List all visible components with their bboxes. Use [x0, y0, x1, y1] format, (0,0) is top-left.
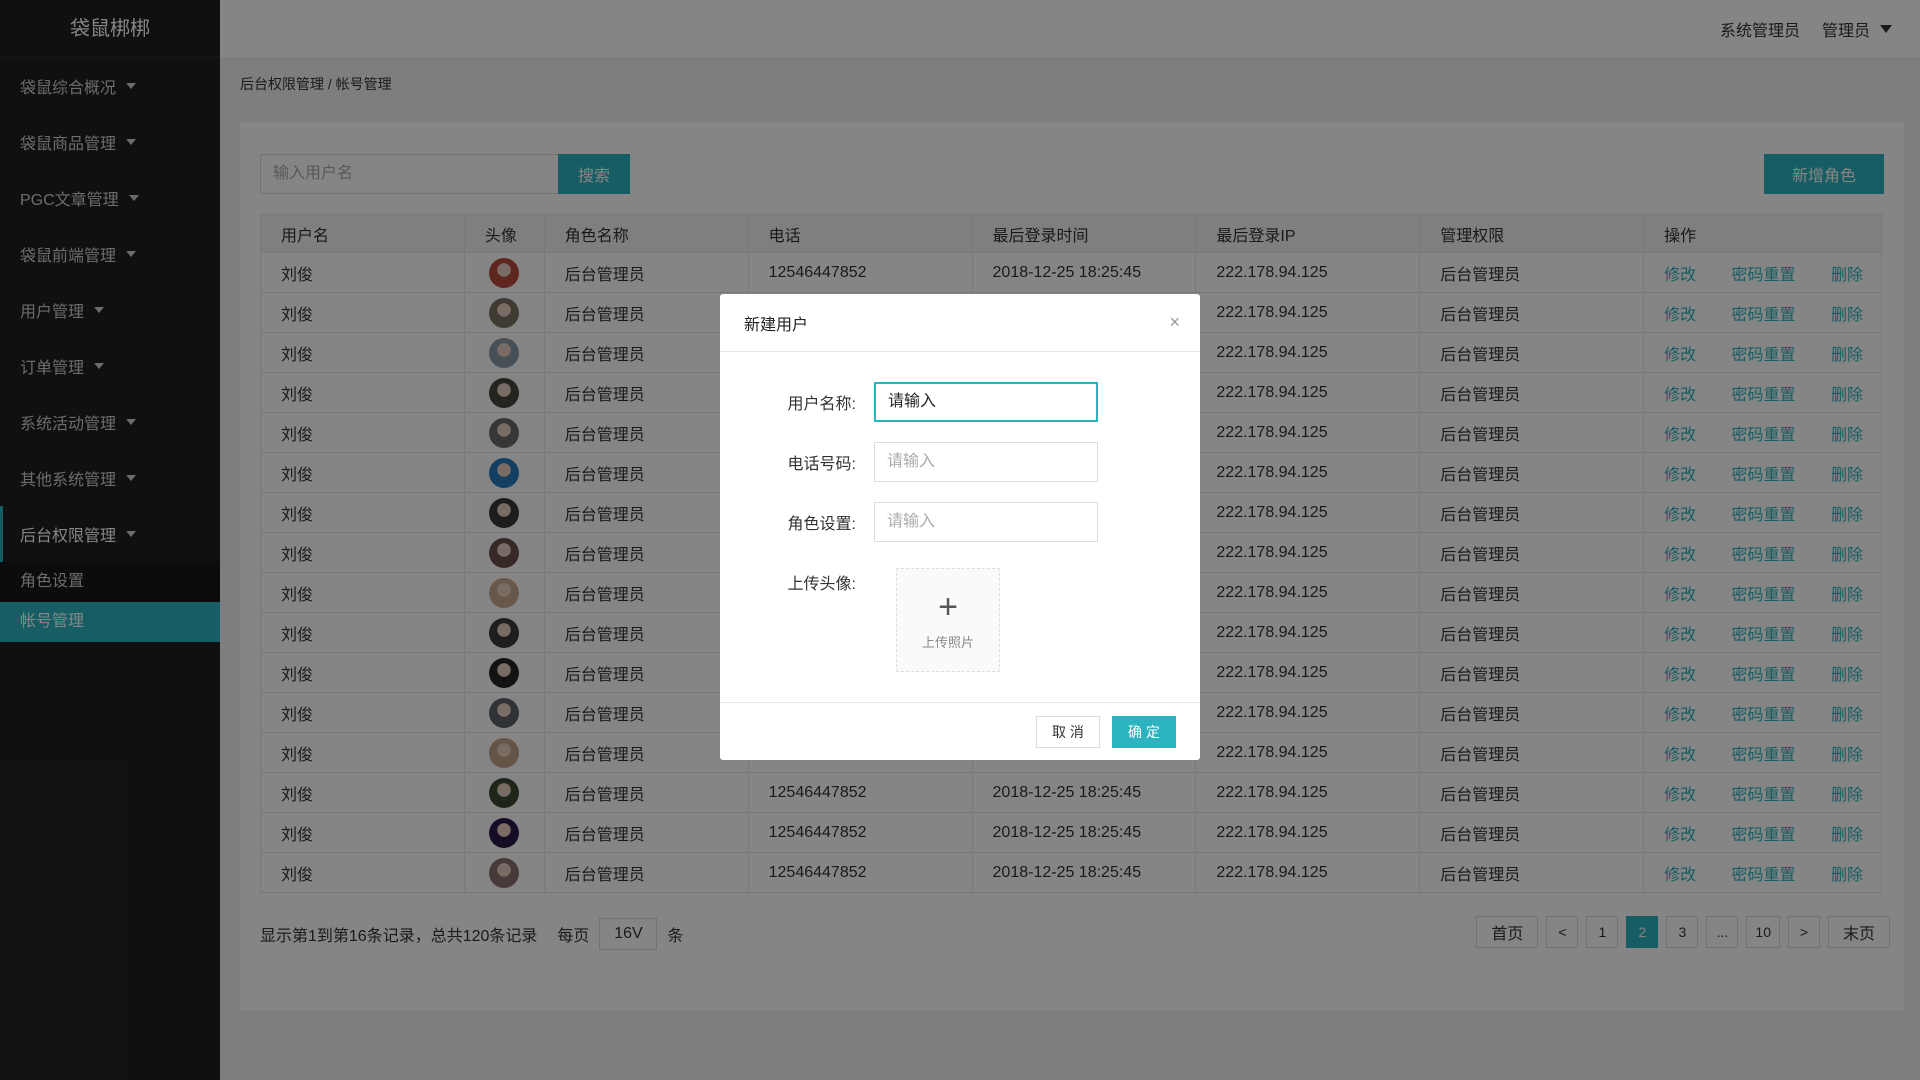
confirm-button[interactable]: 确 定 — [1112, 716, 1176, 748]
plus-icon: + — [938, 587, 958, 626]
form-row-role: 角色设置: — [720, 502, 1098, 542]
dialog-title: 新建用户 — [744, 316, 809, 334]
cancel-button[interactable]: 取 消 — [1036, 716, 1100, 748]
form-row-username: 用户名称: — [720, 382, 1098, 422]
form-row-avatar: 上传头像: — [720, 570, 874, 594]
avatar-upload-label: 上传头像: — [787, 576, 856, 593]
username-label: 用户名称: — [787, 396, 856, 413]
phone-input[interactable] — [874, 442, 1098, 482]
phone-label: 电话号码: — [787, 456, 856, 473]
dialog-footer: 取 消 确 定 — [720, 702, 1200, 760]
role-label: 角色设置: — [787, 516, 856, 533]
close-icon[interactable]: × — [1169, 312, 1180, 333]
avatar-upload-area[interactable]: + 上传照片 — [896, 568, 1000, 672]
role-input[interactable] — [874, 502, 1098, 542]
dialog-header: 新建用户 × — [720, 294, 1200, 352]
upload-text: 上传照片 — [921, 634, 974, 650]
form-row-phone: 电话号码: — [720, 442, 1098, 482]
username-input[interactable] — [874, 382, 1098, 422]
new-user-dialog: 新建用户 × 用户名称: 电话号码: 角色设置: 上传头像: + 上传照片 取 … — [720, 294, 1200, 760]
